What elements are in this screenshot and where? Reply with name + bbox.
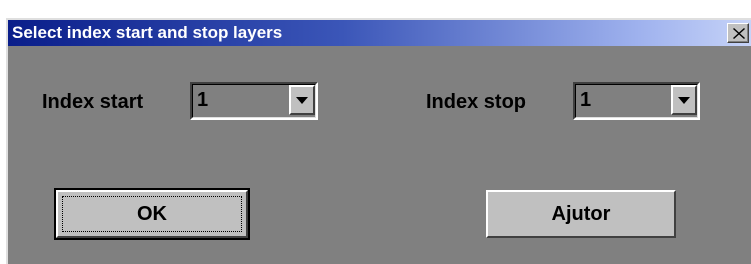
chevron-down-icon [678,97,690,104]
index-start-value: 1 [197,89,209,111]
index-stop-label: Index stop [426,91,527,113]
window-title: Select index start and stop layers [12,23,283,42]
index-start-label: Index start [42,91,144,113]
close-button[interactable] [727,23,749,43]
title-bar[interactable]: Select index start and stop layers [8,20,751,46]
dialog-window: Select index start and stop layers Index… [6,18,751,264]
chevron-down-icon [296,97,308,104]
ok-button-label: OK [137,203,167,225]
help-button-label: Ajutor [551,203,611,225]
close-icon [733,28,745,39]
index-stop-value: 1 [580,89,592,111]
index-stop-dropdown-button[interactable] [671,85,697,115]
index-start-select[interactable]: 1 [190,82,318,120]
index-start-dropdown-button[interactable] [289,85,315,115]
ok-button[interactable]: OK [54,188,250,240]
index-stop-select[interactable]: 1 [573,82,700,120]
help-button[interactable]: Ajutor [486,190,676,238]
